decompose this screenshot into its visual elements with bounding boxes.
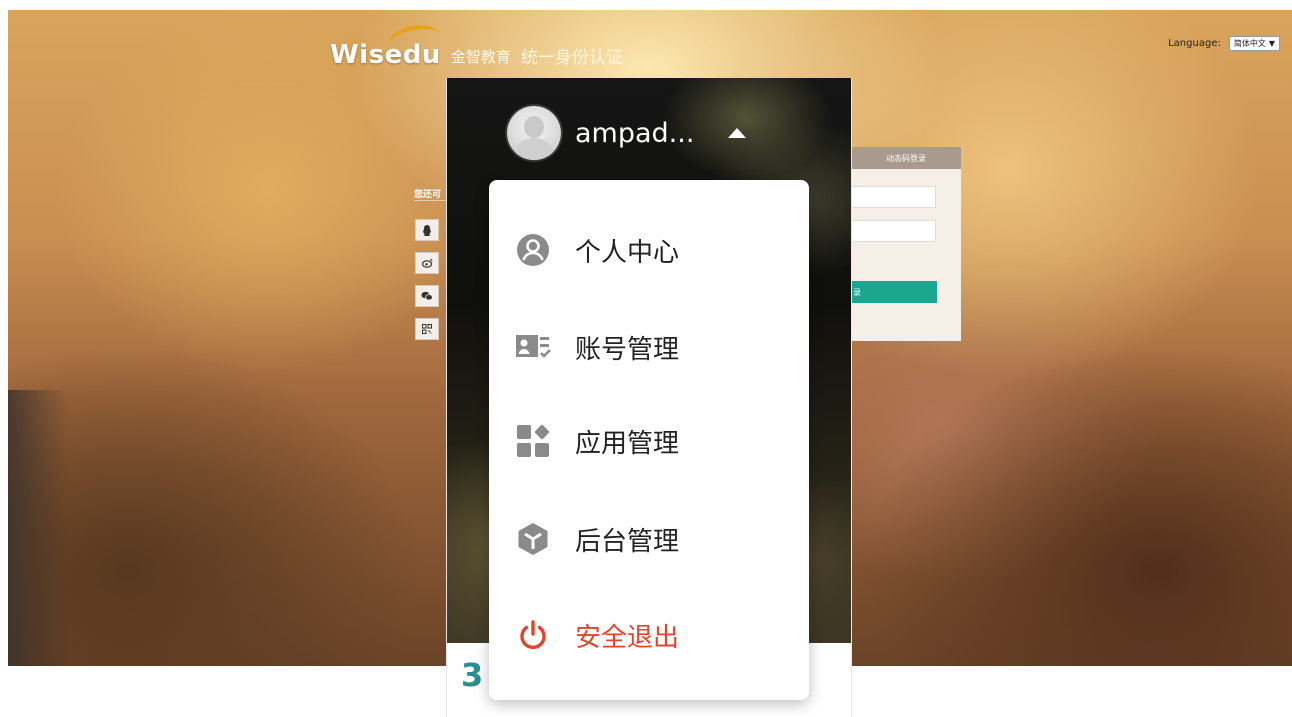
menu-item-app-management[interactable]: 应用管理 bbox=[515, 417, 679, 465]
language-switcher: Language: 简体中文 ▼ bbox=[1168, 36, 1280, 51]
brand-header: Wisedu 金智教育 统一身份认证 bbox=[330, 20, 623, 70]
cube-icon bbox=[515, 521, 551, 557]
qq-login-button[interactable] bbox=[415, 219, 439, 241]
menu-label: 后台管理 bbox=[575, 526, 680, 557]
chevron-down-icon: ▼ bbox=[1268, 39, 1275, 48]
username-field[interactable] bbox=[851, 186, 936, 208]
wechat-icon bbox=[421, 291, 433, 301]
qq-icon bbox=[423, 224, 431, 236]
wechat-login-button[interactable] bbox=[415, 285, 439, 307]
login-card: 动态码登录 录 bbox=[851, 147, 961, 341]
language-select[interactable]: 简体中文 ▼ bbox=[1228, 36, 1280, 51]
language-selected: 简体中文 bbox=[1233, 39, 1266, 48]
company-name: 金智教育 bbox=[450, 48, 511, 66]
login-button[interactable]: 录 bbox=[851, 281, 937, 303]
user-menu-toggle[interactable]: ampad... bbox=[507, 106, 747, 160]
avatar bbox=[507, 106, 561, 160]
weibo-icon bbox=[421, 259, 432, 268]
qrcode-login-button[interactable] bbox=[415, 318, 439, 340]
menu-label: 账号管理 bbox=[575, 334, 680, 365]
tab-dynamic-code[interactable]: 动态码登录 bbox=[851, 147, 961, 169]
menu-label: 应用管理 bbox=[575, 428, 680, 459]
footer-number: 3 bbox=[461, 656, 484, 694]
language-label: Language: bbox=[1168, 38, 1221, 49]
user-circle-icon bbox=[515, 232, 551, 268]
power-icon bbox=[515, 617, 551, 653]
wisedu-logo: Wisedu bbox=[330, 20, 443, 70]
user-dropdown-menu: 个人中心 账号管理 应用管理 后台管理 安全退出 bbox=[489, 180, 809, 700]
menu-item-account-management[interactable]: 账号管理 bbox=[515, 323, 679, 371]
username: ampad... bbox=[575, 117, 695, 149]
menu-label: 安全退出 bbox=[575, 622, 680, 653]
system-title: 统一身份认证 bbox=[520, 48, 623, 68]
divider bbox=[414, 200, 448, 201]
apps-grid-icon bbox=[515, 423, 551, 459]
caret-up-icon bbox=[728, 128, 747, 138]
weibo-login-button[interactable] bbox=[415, 252, 439, 274]
background-shadow bbox=[8, 390, 68, 666]
id-card-icon bbox=[515, 329, 551, 365]
menu-label: 个人中心 bbox=[575, 237, 680, 268]
menu-item-logout[interactable]: 安全退出 bbox=[515, 611, 679, 659]
qrcode-icon bbox=[422, 324, 432, 334]
password-field[interactable] bbox=[851, 220, 936, 242]
alt-login-text: 您还可 bbox=[414, 190, 442, 200]
menu-item-admin-management[interactable]: 后台管理 bbox=[515, 515, 679, 563]
user-popup-window: ampad... 3 个人中心 账号管理 应用管理 后台管理 安全退出 bbox=[446, 78, 852, 717]
menu-item-personal-center[interactable]: 个人中心 bbox=[515, 226, 679, 274]
